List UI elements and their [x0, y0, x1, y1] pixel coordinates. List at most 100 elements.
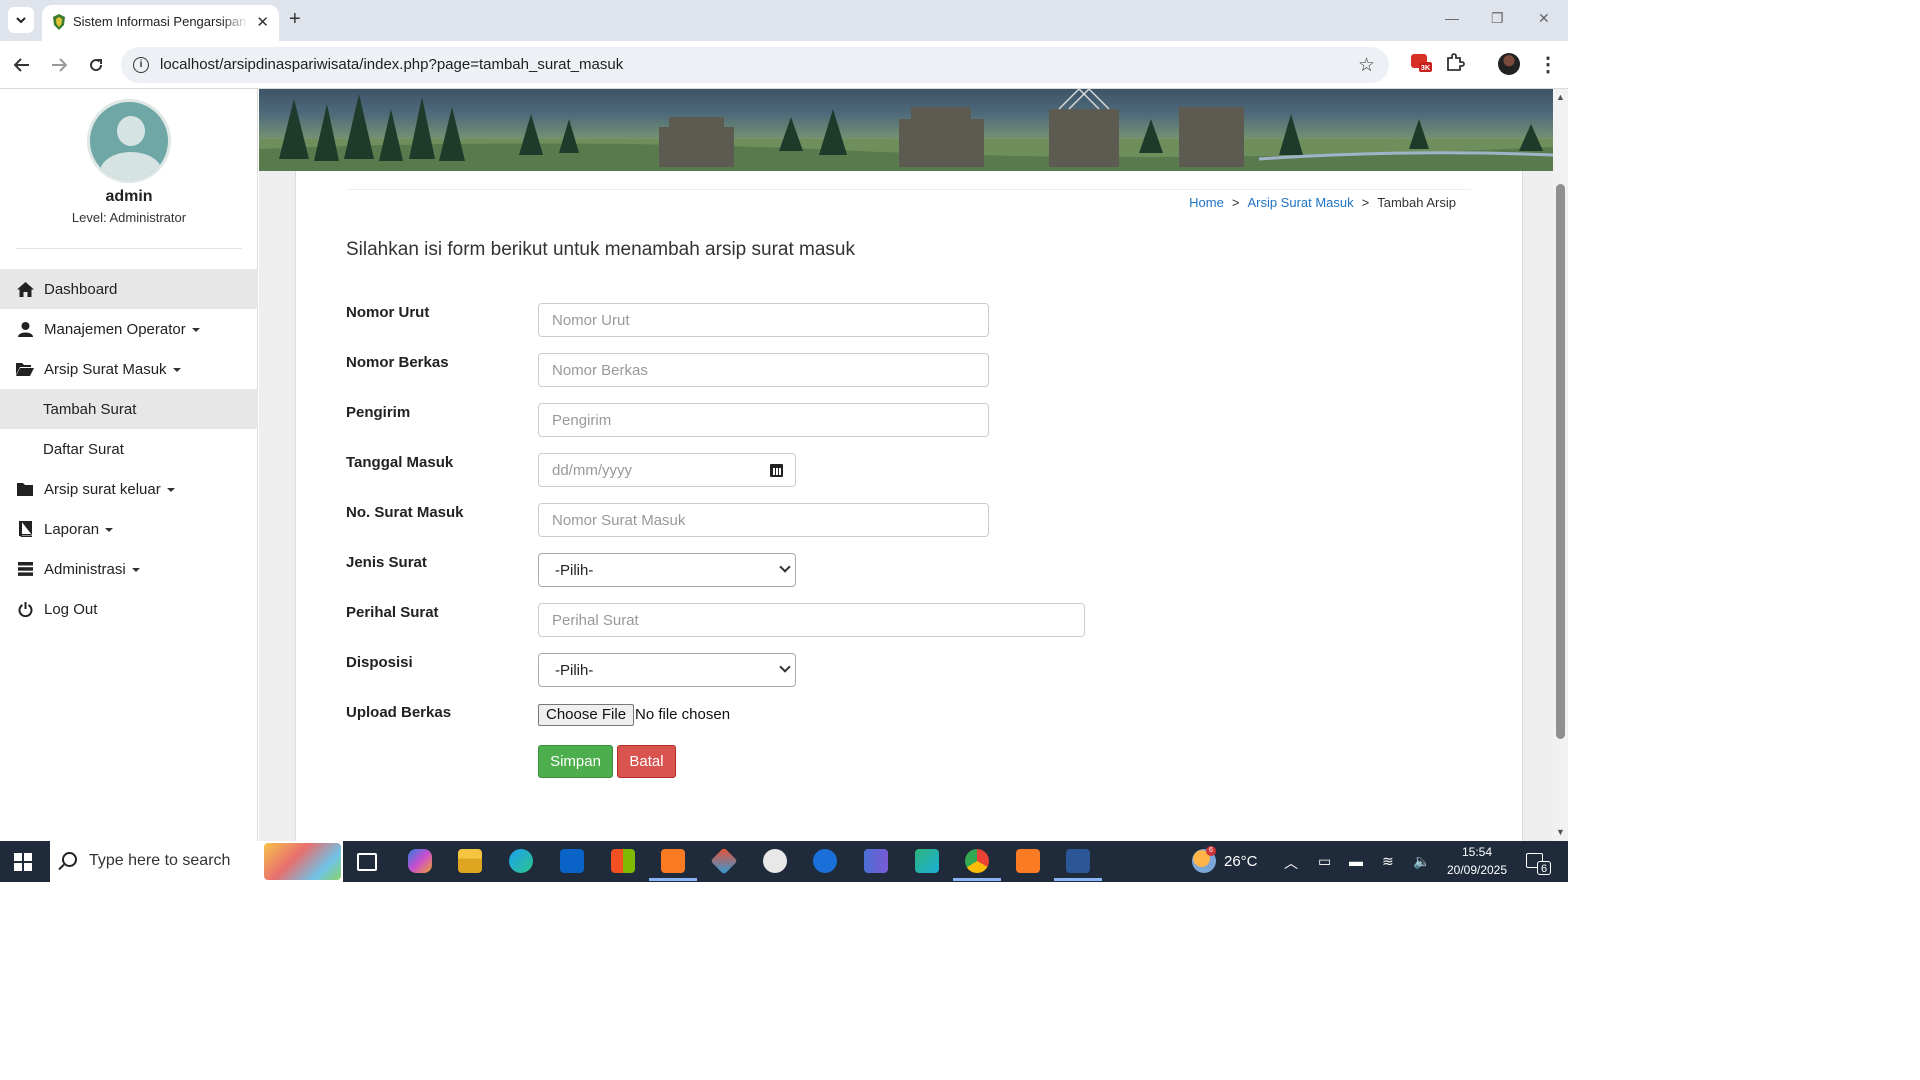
restore-icon[interactable]: ❐: [1491, 10, 1504, 27]
tab-search-button[interactable]: [8, 7, 34, 33]
save-button[interactable]: Simpan: [538, 745, 613, 778]
sidebar-item-log-out[interactable]: Log Out: [0, 589, 258, 629]
page-scrollbar[interactable]: ▲ ▼: [1553, 89, 1568, 841]
tab-close-icon[interactable]: ✕: [256, 13, 269, 31]
volume-icon[interactable]: 🔈: [1413, 853, 1430, 870]
breadcrumb-separator: >: [1231, 195, 1240, 210]
minimize-icon[interactable]: —: [1445, 10, 1459, 26]
scroll-down-arrow-icon[interactable]: ▼: [1556, 827, 1565, 837]
extension-badge-icon[interactable]: 3K: [1410, 51, 1432, 73]
task-view-icon[interactable]: [357, 853, 377, 871]
copilot-icon[interactable]: [408, 849, 432, 873]
bluetooth-icon[interactable]: [813, 849, 837, 873]
browser-menu-icon[interactable]: ⋮: [1538, 52, 1558, 77]
windows-taskbar: Type here to search 6 26°C ︿ ▭ ▬ ≋ 🔈 15:…: [0, 841, 1568, 882]
tab-title: Sistem Informasi Pengarsipan D: [73, 14, 248, 29]
nomor-berkas-input[interactable]: Nomor Berkas: [538, 353, 989, 387]
breadcrumb: Home > Arsip Surat Masuk > Tambah Arsip: [1189, 195, 1456, 210]
wifi-icon[interactable]: ≋: [1382, 853, 1394, 870]
perihal-surat-input[interactable]: Perihal Surat: [538, 603, 1085, 637]
sidebar-item-label: Log Out: [44, 600, 98, 618]
caret-down-icon: [105, 527, 114, 532]
microsoft-store-icon[interactable]: [611, 849, 635, 873]
calendar-icon[interactable]: [770, 464, 783, 477]
scroll-up-arrow-icon[interactable]: ▲: [1556, 92, 1565, 102]
taskbar-search-box[interactable]: Type here to search: [50, 841, 343, 882]
date-placeholder: dd/mm/yyyy: [552, 462, 633, 479]
sidebar-item-dashboard[interactable]: Dashboard: [0, 269, 258, 309]
search-placeholder: Type here to search: [89, 852, 231, 869]
chrome-icon[interactable]: [953, 849, 1001, 881]
disposisi-selected-value: -Pilih-: [555, 662, 594, 679]
sidebar-item-arsip-surat-masuk[interactable]: Arsip Surat Masuk: [0, 349, 258, 389]
url-text[interactable]: localhost/arsipdinaspariwisata/index.php…: [160, 56, 623, 73]
extension-badge-text: 3K: [1421, 63, 1431, 72]
windows-start-icon[interactable]: [14, 853, 32, 871]
file-explorer-icon[interactable]: [458, 849, 482, 873]
clock-time[interactable]: 15:54: [1447, 845, 1507, 859]
notification-count: 6: [1537, 861, 1551, 875]
user-icon: [16, 321, 34, 337]
sidebar-item-administrasi[interactable]: Administrasi: [0, 549, 258, 589]
sidebar-item-label: Administrasi: [44, 560, 126, 578]
content-area: Home > Arsip Surat Masuk > Tambah Arsip Sila…: [259, 171, 1553, 841]
breadcrumb-home-link[interactable]: Home: [1189, 195, 1224, 210]
temperature-text[interactable]: 26°C: [1224, 853, 1258, 870]
app-icon[interactable]: [763, 849, 787, 873]
clock-date[interactable]: 20/09/2025: [1442, 863, 1512, 877]
git-app-icon[interactable]: [710, 847, 738, 875]
jenis-surat-select[interactable]: -Pilih-: [538, 553, 796, 587]
code-editor-icon[interactable]: [915, 849, 939, 873]
meet-icon[interactable]: ▭: [1318, 853, 1331, 870]
word-icon[interactable]: [1054, 849, 1102, 881]
new-tab-button[interactable]: +: [289, 8, 301, 30]
edge-browser-icon[interactable]: [509, 849, 533, 873]
extensions-puzzle-icon[interactable]: [1445, 52, 1465, 72]
browser-tab-active[interactable]: Sistem Informasi Pengarsipan D ✕: [42, 5, 279, 41]
no-surat-masuk-input[interactable]: Nomor Surat Masuk: [538, 503, 989, 537]
nomor-urut-input[interactable]: Nomor Urut: [538, 303, 989, 337]
nomor-urut-label: Nomor Urut: [346, 304, 430, 321]
forward-icon[interactable]: [47, 53, 71, 77]
choose-file-button[interactable]: Choose File: [538, 704, 635, 726]
profile-avatar[interactable]: [1498, 53, 1520, 75]
close-window-icon[interactable]: ✕: [1538, 10, 1550, 27]
app-grid-icon[interactable]: [864, 849, 888, 873]
battery-icon[interactable]: ▬: [1349, 853, 1363, 869]
sidebar-item-arsip-surat-keluar[interactable]: Arsip surat keluar: [0, 469, 258, 509]
xampp-control-icon[interactable]: [1016, 849, 1040, 873]
sidebar-item-manajemen-operator[interactable]: Manajemen Operator: [0, 309, 258, 349]
sidebar-item-tambah-surat[interactable]: Tambah Surat: [0, 389, 258, 429]
xampp-icon[interactable]: [649, 849, 697, 881]
jenis-surat-label: Jenis Surat: [346, 554, 427, 571]
sidebar-item-laporan[interactable]: Laporan: [0, 509, 258, 549]
breadcrumb-separator: >: [1361, 195, 1370, 210]
breadcrumb-arsip-surat-masuk-link[interactable]: Arsip Surat Masuk: [1247, 195, 1353, 210]
cancel-button[interactable]: Batal: [617, 745, 676, 778]
site-info-icon[interactable]: i: [133, 57, 149, 73]
header-banner-image: [259, 89, 1553, 171]
pengirim-input[interactable]: Pengirim: [538, 403, 989, 437]
folder-icon: [16, 481, 34, 497]
back-icon[interactable]: [10, 53, 34, 77]
tanggal-masuk-label: Tanggal Masuk: [346, 454, 454, 471]
tray-overflow-chevron-icon[interactable]: ︿: [1284, 853, 1298, 873]
sidebar-item-label: Manajemen Operator: [44, 320, 186, 338]
caret-down-icon: [172, 367, 181, 372]
chevron-down-icon: [779, 661, 791, 673]
folder-open-icon: [16, 361, 34, 377]
sidebar: admin Level: Administrator Dashboard Man…: [0, 89, 258, 841]
tanggal-masuk-date-input[interactable]: dd/mm/yyyy: [538, 453, 796, 487]
outlook-icon[interactable]: [560, 849, 584, 873]
search-icon: [62, 852, 77, 867]
bookmark-star-icon[interactable]: ☆: [1358, 54, 1375, 77]
sidebar-item-label: Tambah Surat: [43, 400, 137, 418]
disposisi-select[interactable]: -Pilih-: [538, 653, 796, 687]
address-bar[interactable]: i localhost/arsipdinaspariwisata/index.p…: [121, 47, 1389, 83]
reload-icon[interactable]: [84, 53, 108, 77]
sidebar-item-label: Dashboard: [44, 280, 118, 298]
user-name: admin: [105, 188, 153, 205]
sidebar-item-daftar-surat[interactable]: Daftar Surat: [0, 429, 258, 469]
tasks-icon: [16, 561, 34, 577]
scrollbar-thumb[interactable]: [1556, 184, 1565, 739]
